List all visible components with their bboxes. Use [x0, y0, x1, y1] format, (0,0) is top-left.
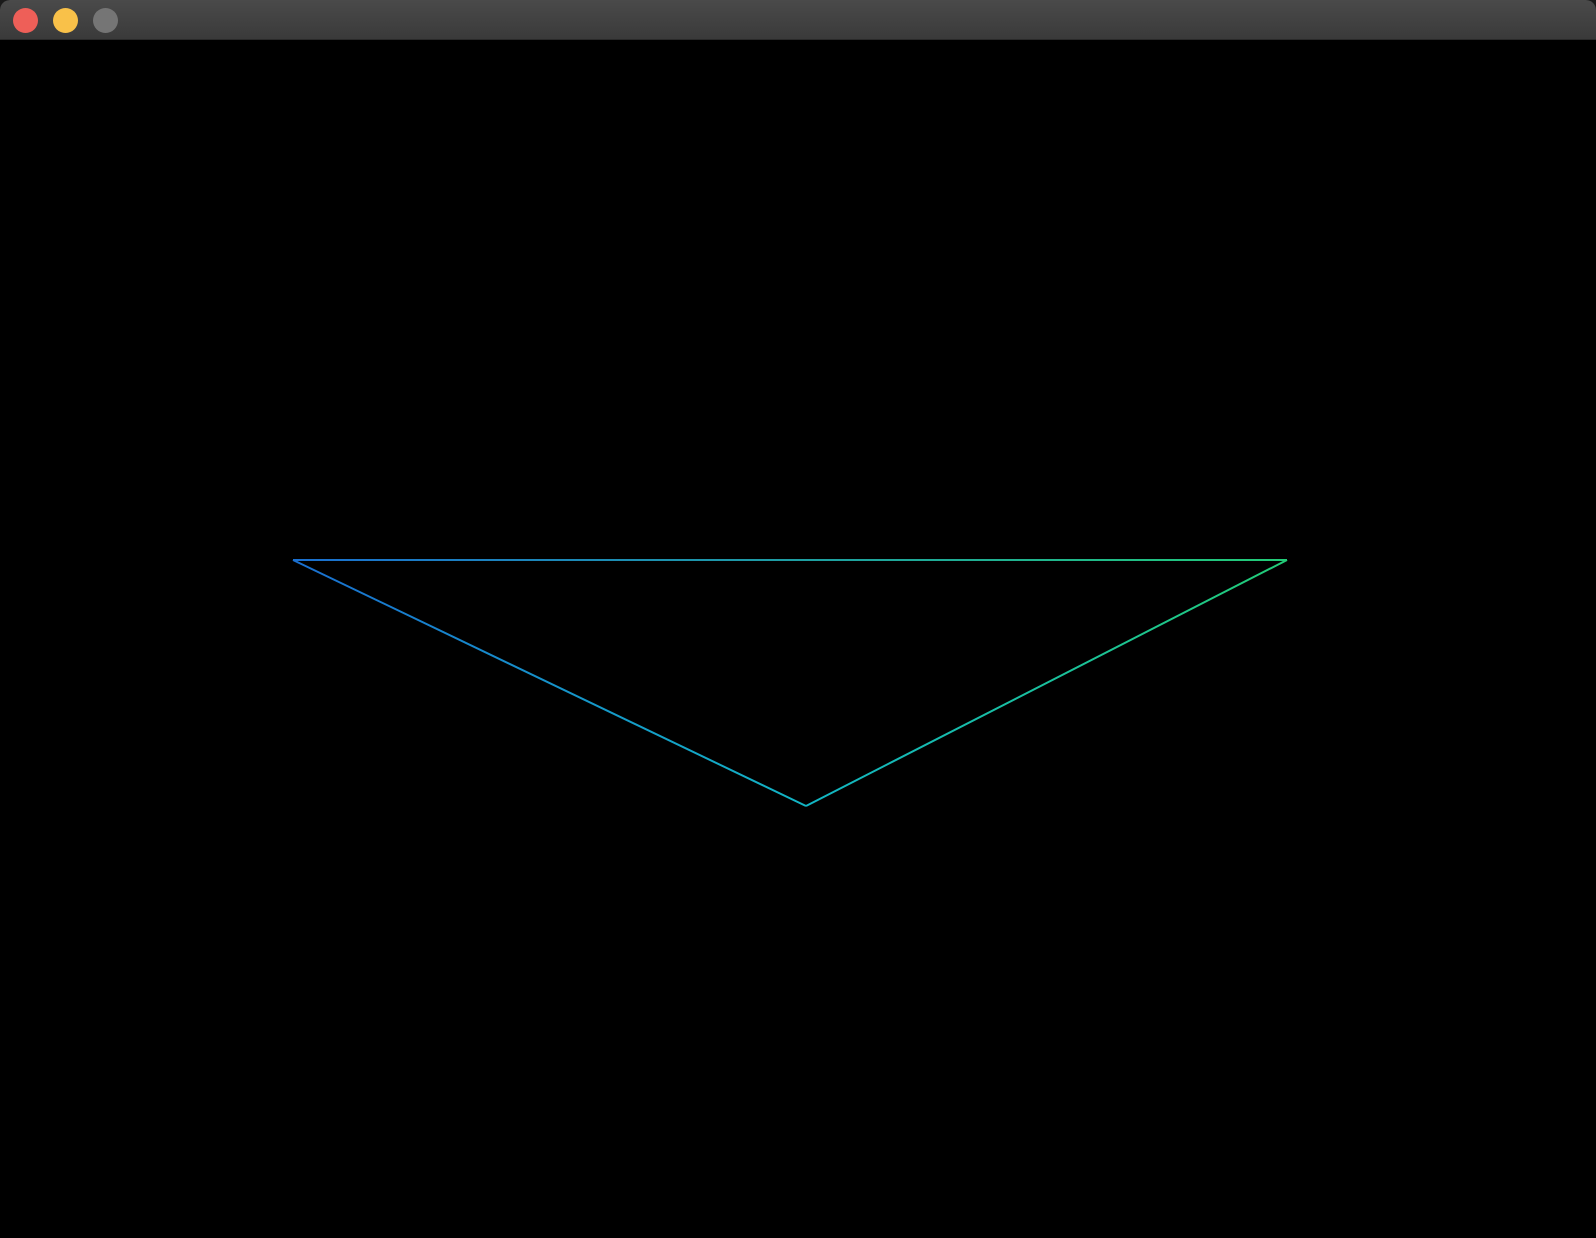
app-window: [0, 0, 1596, 1238]
triangle-svg: [292, 559, 1288, 807]
title-bar[interactable]: [0, 0, 1596, 40]
triangle-right-edge: [805, 559, 1288, 807]
render-canvas: [0, 40, 1596, 1238]
triangle-left-edge: [292, 559, 807, 807]
window-title: [0, 0, 1596, 40]
